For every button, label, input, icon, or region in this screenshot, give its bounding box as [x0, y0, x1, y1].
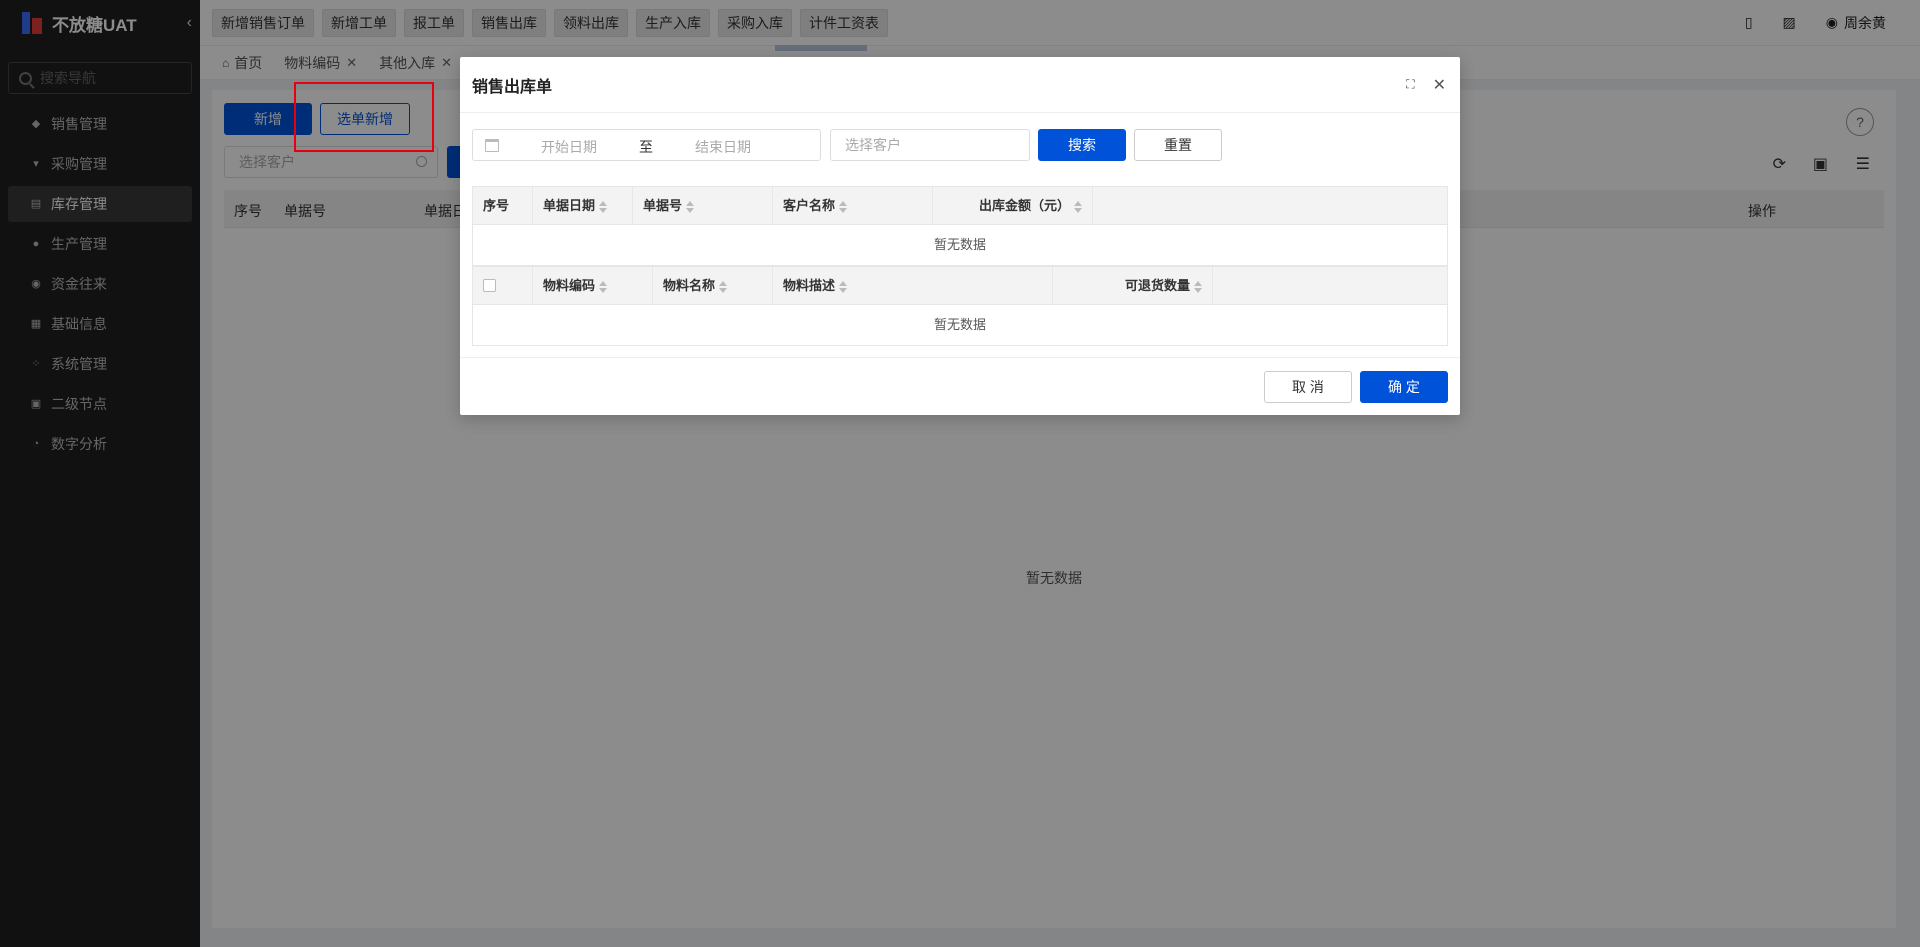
column-header-sortable[interactable]: 单据号	[633, 187, 773, 225]
orders-table: 序号 单据日期 单据号 客户名称 出库金额（元） 暂无数据	[472, 186, 1448, 266]
items-table: 物料编码 物料名称 物料描述 可退货数量 暂无数据	[472, 266, 1448, 346]
modal-search-button[interactable]: 搜索	[1038, 129, 1126, 161]
end-date-placeholder: 结束日期	[695, 139, 751, 155]
cancel-button[interactable]: 取 消	[1264, 371, 1352, 403]
sort-icon[interactable]	[686, 200, 695, 213]
column-label: 客户名称	[783, 198, 836, 213]
column-label: 可退货数量	[1124, 278, 1190, 293]
column-header-sortable[interactable]: 出库金额（元）	[933, 187, 1093, 225]
modal-title: 销售出库单	[472, 78, 553, 96]
column-label: 单据号	[643, 198, 683, 213]
column-label: 物料名称	[663, 278, 716, 293]
highlight-box	[294, 82, 434, 152]
items-empty-state: 暂无数据	[933, 317, 986, 332]
items-table-header: 物料编码 物料名称 物料描述 可退货数量	[473, 267, 1447, 305]
sort-icon[interactable]	[839, 200, 848, 213]
sort-icon[interactable]	[839, 280, 848, 293]
orders-table-header: 序号 单据日期 单据号 客户名称 出库金额（元）	[473, 187, 1447, 225]
column-header: 序号	[473, 187, 533, 225]
close-icon[interactable]: ✕	[1433, 75, 1446, 95]
select-all-cell	[473, 267, 533, 305]
column-label: 物料编码	[543, 278, 596, 293]
fullscreen-icon[interactable]: ⛶	[1406, 77, 1414, 92]
sort-icon[interactable]	[599, 200, 608, 213]
modal-header: 销售出库单 ⛶ ✕	[460, 57, 1460, 113]
sort-icon[interactable]	[1074, 200, 1082, 213]
column-header-sortable[interactable]: 单据日期	[533, 187, 633, 225]
modal-footer: 取 消 确 定	[460, 357, 1460, 415]
sort-icon[interactable]	[1194, 280, 1202, 293]
calendar-icon	[485, 139, 499, 152]
column-header-sortable[interactable]: 物料名称	[653, 267, 773, 305]
modal-reset-button[interactable]: 重置	[1134, 129, 1222, 161]
sort-icon[interactable]	[599, 280, 608, 293]
modal-customer-select[interactable]: 选择客户	[830, 129, 1030, 161]
sort-icon[interactable]	[719, 280, 728, 293]
column-header-sortable[interactable]: 可退货数量	[1053, 267, 1213, 305]
column-header-sortable[interactable]: 物料编码	[533, 267, 653, 305]
select-all-checkbox[interactable]	[483, 279, 496, 292]
date-range-separator: 至	[639, 139, 653, 155]
modal-filter-row: 开始日期 至 结束日期 选择客户 搜索 重置	[472, 129, 1448, 163]
column-header-sortable[interactable]: 客户名称	[773, 187, 933, 225]
column-header-sortable[interactable]: 物料描述	[773, 267, 1053, 305]
start-date-placeholder: 开始日期	[541, 139, 597, 155]
column-label: 单据日期	[543, 198, 596, 213]
date-range-picker[interactable]: 开始日期 至 结束日期	[472, 129, 821, 161]
column-label: 出库金额（元）	[978, 198, 1070, 213]
orders-empty-state: 暂无数据	[933, 237, 986, 252]
column-label: 物料描述	[783, 278, 836, 293]
customer-select-placeholder: 选择客户	[845, 137, 901, 153]
confirm-button[interactable]: 确 定	[1360, 371, 1448, 403]
column-label: 序号	[483, 198, 510, 213]
sales-outbound-modal: 销售出库单 ⛶ ✕ 开始日期 至 结束日期 选择客户 搜索 重置 序号 单据日期…	[460, 57, 1460, 415]
